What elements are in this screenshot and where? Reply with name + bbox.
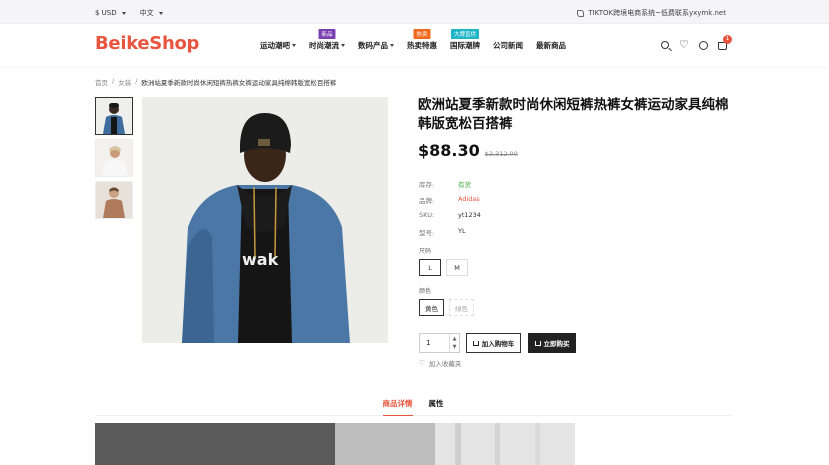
color-label: 颜色 (419, 288, 432, 295)
top-bar: $ USD 中文 TIKTOK跨境电商系统~低费联系yxymk.net (0, 0, 829, 24)
contact-info: TIKTOK跨境电商系统~低费联系yxymk.net (577, 8, 726, 18)
chevron-down-icon (158, 11, 163, 15)
chevron-down-icon (292, 44, 296, 47)
size-options: L M (419, 259, 468, 276)
nav-badge-hot: 热卖 (413, 29, 431, 39)
nav-item-hot-deals[interactable]: 热卖 热卖特惠 (407, 29, 437, 51)
nav-item-digital[interactable]: 数码产品 (358, 40, 394, 51)
add-to-cart-button[interactable]: 加入购物车 (466, 333, 521, 353)
chevron-down-icon (341, 44, 345, 47)
size-option-l[interactable]: L (419, 259, 441, 276)
color-option-green[interactable]: 绿色 (449, 299, 474, 316)
attr-sku: SKU: yt1234 (419, 211, 481, 219)
cart-icon (472, 340, 479, 346)
product-price: $88.30 $2,312.00 (418, 141, 518, 160)
thumbnail-list (95, 97, 134, 223)
color-options: 黄色 绿色 (419, 299, 474, 316)
chevron-down-icon (121, 11, 126, 15)
product-attributes: 库存: 有货 品牌: Adidas SKU: yt1234 型号: YL (419, 179, 481, 243)
language-selector[interactable]: 中文 (140, 8, 163, 18)
product-tabs: 商品详情 属性 (95, 398, 731, 416)
phone-icon (577, 9, 585, 17)
attr-stock: 库存: 有货 (419, 181, 471, 189)
attr-model: 型号: YL (419, 227, 466, 237)
product-detail-image (95, 423, 731, 465)
attr-brand: 品牌: Adidas (419, 195, 480, 205)
breadcrumb-current: 欧洲站夏季新款时尚休闲短裤热裤女裤运动家具纯棉韩版宽松百搭裤 (141, 79, 337, 87)
breadcrumb: 首页 / 女装 / 欧洲站夏季新款时尚休闲短裤热裤女裤运动家具纯棉韩版宽松百搭裤 (95, 77, 337, 87)
chevron-down-icon (390, 44, 394, 47)
nav-badge-new: 新品 (318, 29, 336, 39)
nav-item-latest[interactable]: 最新商品 (536, 40, 566, 51)
product-title: 欧洲站夏季新款时尚休闲短裤热裤女裤运动家具纯棉韩版宽松百搭裤 (418, 97, 729, 132)
thumbnail-1[interactable] (95, 97, 133, 135)
heart-icon: ♡ (419, 359, 425, 367)
breadcrumb-home[interactable]: 首页 (95, 77, 108, 87)
size-option-m[interactable]: M (446, 259, 468, 276)
nav-badge-brand: 大牌直供 (450, 29, 480, 39)
color-option-yellow[interactable]: 黄色 (419, 299, 444, 316)
currency-selector[interactable]: $ USD (95, 8, 126, 18)
thumbnail-2[interactable] (95, 139, 133, 177)
cart-icon[interactable]: 1 (718, 35, 732, 50)
tab-attributes[interactable]: 属性 (429, 398, 444, 415)
heart-icon[interactable]: ♡ (679, 39, 689, 50)
quantity-value[interactable]: 1 (426, 339, 430, 347)
breadcrumb-category[interactable]: 女装 (118, 77, 131, 87)
user-icon[interactable] (699, 40, 708, 50)
search-icon[interactable] (661, 41, 669, 49)
svg-text:wak: wak (242, 250, 279, 269)
nav-item-news[interactable]: 公司新闻 (493, 40, 523, 51)
nav-item-intl-brands[interactable]: 大牌直供 国际潮牌 (450, 29, 480, 51)
nav-item-sports[interactable]: 运动潮吧 (260, 40, 296, 51)
tab-details[interactable]: 商品详情 (382, 398, 413, 416)
current-price: $88.30 (418, 141, 480, 160)
main-nav: 运动潮吧 新品 时尚潮流 数码产品 热卖 热卖特惠 大牌直供 国际潮牌 公司新闻 最新… (260, 29, 566, 51)
cart-icon (534, 340, 541, 346)
cart-count-badge: 1 (723, 35, 732, 44)
size-label: 尺码 (419, 248, 432, 255)
nav-item-fashion[interactable]: 新品 时尚潮流 (309, 29, 345, 51)
buy-now-button[interactable]: 立即购买 (528, 333, 576, 353)
chevron-up-icon[interactable]: ▲ (453, 335, 457, 343)
logo[interactable]: BeikeShop (95, 33, 199, 54)
site-header: BeikeShop 运动潮吧 新品 时尚潮流 数码产品 热卖 热卖特惠 大牌直供 国际… (0, 24, 829, 66)
thumbnail-3[interactable] (95, 181, 133, 219)
original-price: $2,312.00 (484, 150, 518, 158)
add-to-wishlist[interactable]: ♡ 加入收藏夹 (419, 358, 461, 368)
quantity-stepper[interactable]: 1 ▲ ▼ (419, 333, 460, 353)
product-main-image[interactable]: wak (142, 97, 388, 343)
chevron-down-icon[interactable]: ▼ (453, 343, 457, 351)
